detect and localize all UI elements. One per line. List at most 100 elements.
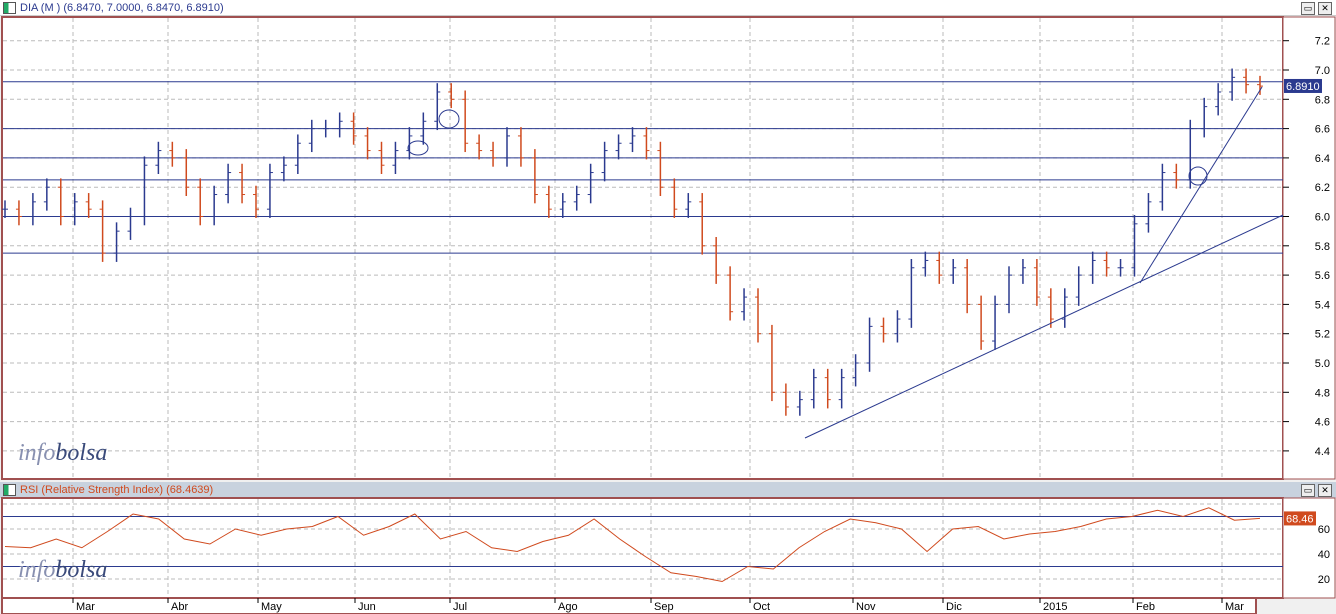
- price-bar: [378, 141, 385, 175]
- price-bar: [1243, 68, 1250, 94]
- price-bar: [336, 112, 343, 138]
- price-bar: [629, 127, 636, 153]
- y-tick-label: 6.6: [1315, 124, 1330, 136]
- last-rsi-badge: [1284, 511, 1316, 526]
- price-bar: [197, 178, 204, 226]
- y-tick-label: 6.8: [1315, 94, 1330, 106]
- close-button[interactable]: ✕: [1318, 484, 1332, 497]
- x-axis-label: Sep: [654, 601, 674, 613]
- price-bar: [29, 193, 36, 226]
- maximize-button[interactable]: ▭: [1301, 2, 1315, 15]
- price-bar: [894, 310, 901, 343]
- price-bar: [1131, 215, 1138, 277]
- rsi-tick-label: 20: [1318, 574, 1330, 586]
- price-bar: [308, 119, 315, 153]
- price-bar: [741, 288, 748, 321]
- y-tick-label: 7.0: [1315, 65, 1330, 77]
- maximize-button[interactable]: ▭: [1301, 484, 1315, 497]
- y-tick-label: 4.4: [1315, 446, 1330, 458]
- price-bar: [294, 134, 301, 175]
- y-tick-label: 5.6: [1315, 270, 1330, 282]
- last-price-badge: [1284, 78, 1322, 93]
- price-bar: [266, 163, 273, 218]
- price-bar: [490, 141, 497, 167]
- x-axis-label: Jun: [358, 601, 376, 613]
- price-bar: [155, 141, 162, 175]
- price-bar: [1047, 288, 1054, 328]
- price-bar: [1019, 258, 1026, 284]
- close-button[interactable]: ✕: [1318, 2, 1332, 15]
- y-tick-label: 4.6: [1315, 417, 1330, 429]
- y-tick-label: 5.2: [1315, 329, 1330, 341]
- y-tick-label: 5.8: [1315, 241, 1330, 253]
- rsi-tick-label: 60: [1318, 524, 1330, 536]
- price-bar: [713, 237, 720, 284]
- price-bar: [992, 295, 999, 350]
- price-bar: [476, 134, 483, 160]
- infobolsa-watermark-rsi: infobolsa: [18, 557, 107, 583]
- price-bar: [420, 112, 427, 145]
- price-bar: [350, 112, 357, 145]
- price-bar: [699, 193, 706, 255]
- price-bar: [978, 295, 985, 350]
- price-bar: [657, 141, 664, 196]
- x-axis-label: Oct: [753, 601, 770, 613]
- x-axis-label: Mar: [1225, 601, 1244, 613]
- price-bar: [615, 134, 622, 160]
- price-bar: [322, 119, 329, 138]
- price-bar: [1257, 75, 1263, 95]
- price-bar: [643, 127, 650, 160]
- price-bar: [573, 185, 580, 211]
- price-bar: [434, 83, 441, 131]
- price-bar: [796, 390, 803, 416]
- y-tick-label: 7.2: [1315, 36, 1330, 48]
- price-bar: [936, 251, 943, 284]
- y-tick-label: 6.0: [1315, 212, 1330, 224]
- rsi-tick-label: 40: [1318, 549, 1330, 561]
- price-bar: [768, 324, 775, 402]
- price-bar: [504, 127, 510, 167]
- chart-window-icon: [3, 484, 16, 496]
- price-bar: [280, 156, 287, 182]
- y-tick-label: 5.0: [1315, 358, 1330, 370]
- price-bar: [1187, 119, 1194, 189]
- y-tick-label: 4.8: [1315, 387, 1330, 399]
- price-bar: [908, 258, 915, 328]
- price-bar: [406, 127, 413, 160]
- price-bar: [852, 354, 859, 387]
- price-bar: [1075, 266, 1082, 306]
- price-bar: [1159, 163, 1166, 211]
- y-tick-label: 6.4: [1315, 153, 1330, 165]
- price-bar: [824, 368, 831, 409]
- x-axis-label: 2015: [1043, 601, 1067, 613]
- price-bar: [113, 222, 120, 262]
- price-panel-header: DIA (M ) (6.8470, 7.0000, 6.8470, 6.8910…: [0, 0, 1336, 16]
- price-bar: [211, 185, 218, 226]
- price-bar: [587, 163, 594, 204]
- annotation-ellipse: [1188, 166, 1208, 186]
- price-bar: [141, 156, 148, 226]
- price-bar: [517, 127, 524, 167]
- price-chart[interactable]: 7.2 7.0 6.8 6.6 6.4 6.2 6.0 5.8 5.6 5.4 5.2 5.0 4.8 4…: [0, 0, 1336, 614]
- x-axis-label: May: [261, 601, 282, 613]
- price-panel-title: DIA (M ) (6.8470, 7.0000, 6.8470, 6.8910…: [20, 1, 224, 14]
- trendline-steep: [1139, 86, 1263, 284]
- x-axis-label: Jul: [453, 601, 467, 613]
- x-axis-label: Ago: [558, 601, 578, 613]
- price-bar: [448, 83, 455, 109]
- rsi-panel-header: RSI (Relative Strength Index) (68.4639) …: [0, 482, 1336, 498]
- price-bar: [2, 200, 8, 218]
- price-bar: [755, 288, 761, 343]
- x-axis-label: Abr: [171, 601, 188, 613]
- price-bar: [601, 141, 608, 182]
- price-bar: [364, 127, 371, 160]
- price-bar: [1173, 163, 1180, 189]
- price-bar: [671, 178, 678, 218]
- price-bar: [1089, 251, 1096, 284]
- chart-window-icon: [3, 1, 16, 14]
- price-bar: [127, 207, 134, 240]
- x-axis-label: Mar: [76, 601, 95, 613]
- price-bar: [1229, 68, 1236, 101]
- price-bar: [239, 163, 246, 204]
- rsi-panel-title: RSI (Relative Strength Index) (68.4639): [20, 484, 214, 496]
